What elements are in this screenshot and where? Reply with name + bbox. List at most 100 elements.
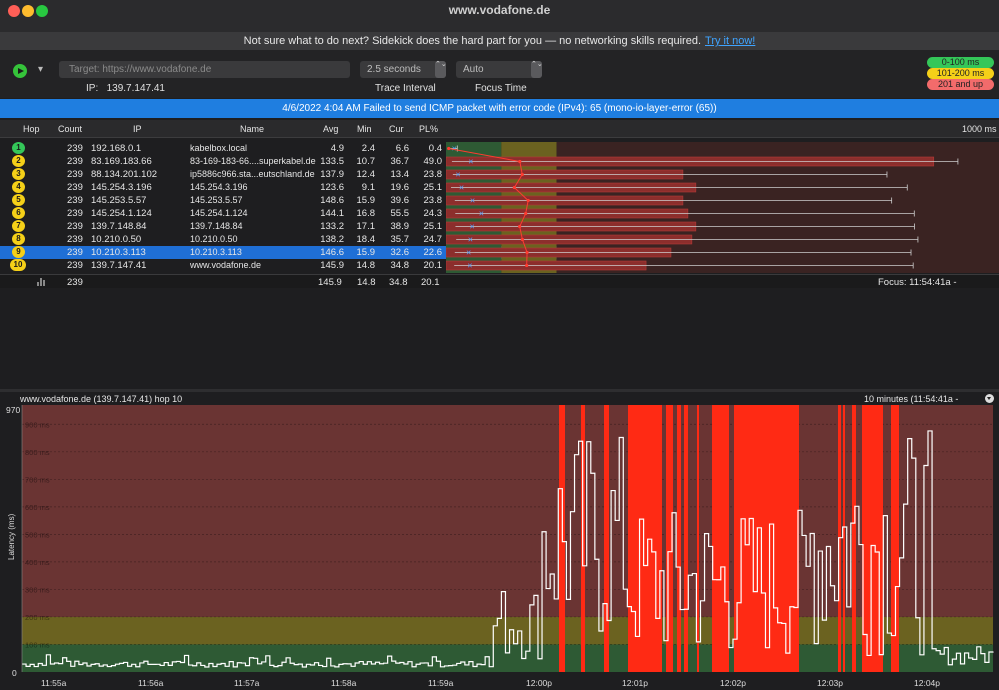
trace-interval-value: 2.5 seconds [367,64,421,75]
current-latency-marker: × [452,144,457,154]
trace-interval-select[interactable]: 2.5 seconds ⌃⌄ [360,61,447,78]
packet-loss-band [862,405,883,672]
col-hop[interactable]: Hop [23,124,40,134]
legend-warn: 101-200 ms [927,68,994,79]
hop-number-badge: 7 [12,220,25,232]
hop-name: ip5886c966.sta...eutschland.de [190,169,315,179]
hop-pl: 0.4 [428,143,442,154]
hop-pl: 23.8 [423,169,443,180]
hop-ip: 88.134.201.102 [91,169,158,180]
x-tick-label: 11:59a [428,678,454,688]
hop-name: 83-169-183-66....superkabel.de [190,156,316,166]
x-tick-label: 11:58a [331,678,357,688]
hop-ip: 83.169.183.66 [91,156,152,167]
hop-min: 10.7 [356,156,376,167]
start-trace-button[interactable] [13,64,27,78]
hop-min: 15.9 [356,195,376,206]
avg-latency-point [520,172,524,177]
hop-ip: 145.254.1.124 [91,208,152,219]
hop-count: 239 [67,143,83,154]
target-input[interactable]: Target: https://www.vodafone.de [59,61,350,78]
hop-pl: 24.3 [423,208,443,219]
packet-loss-band [712,405,729,672]
hop-cur: 19.6 [390,182,410,193]
packet-loss-band [628,405,662,672]
stepper-icon[interactable]: ⌃⌄ [531,61,543,78]
latency-graph: 900 ms 800 ms 700 ms 600 ms 500 ms 400 ms 300 … [21,405,994,672]
packet-loss-band [697,405,699,672]
split-divider[interactable] [0,389,999,392]
table-summary: 239 145.9 14.8 34.8 20.1 Focus: 11:54:41… [0,274,999,299]
hop-min: 12.4 [356,169,376,180]
hop-pl: 20.1 [423,260,443,271]
avg-latency-point [518,159,522,164]
hop-name: kabelbox.local [190,143,248,153]
packet-loss-band [734,405,799,672]
grid-label: 700 ms [25,475,50,484]
grid-label: 900 ms [25,420,50,429]
col-cur[interactable]: Cur [389,124,404,134]
hop-avg: 133.2 [320,221,344,232]
resolved-ip: IP: 139.7.147.41 [86,83,165,94]
packet-loss-band [843,405,845,672]
hop-cur: 39.6 [390,195,410,206]
hop-pl: 25.1 [423,182,443,193]
focus-time-value: Auto [463,64,484,75]
hop-count: 239 [67,156,83,167]
ip-label: IP: [86,83,99,94]
hop-avg: 148.6 [320,195,344,206]
hop-min: 9.1 [361,182,375,193]
try-it-now-link[interactable]: Try it now! [705,35,755,47]
hop-name: 139.7.148.84 [190,221,243,231]
range-menu-icon[interactable] [985,394,994,403]
hop-pl: 22.6 [423,247,443,258]
summary-count: 239 [67,277,83,288]
current-latency-marker: × [479,209,484,219]
grid-label: 400 ms [25,558,50,567]
col-min[interactable]: Min [357,124,372,134]
grid-label: 300 ms [25,585,50,594]
avg-latency-point [518,224,522,229]
zone-bad [22,405,993,617]
hop-name: 10.210.0.50 [190,234,238,244]
col-pl[interactable]: PL% [419,124,438,134]
hop-ip: 10.210.0.50 [91,234,142,245]
summary-min: 14.8 [357,277,376,288]
hop-avg: 133.5 [320,156,344,167]
hop-min: 18.4 [356,234,376,245]
zone-warn [22,616,993,645]
current-latency-marker: × [467,261,472,271]
chevron-down-icon[interactable]: ▾ [38,64,43,75]
col-count[interactable]: Count [58,124,82,134]
trace-interval-label: Trace Interval [375,83,436,94]
avg-latency-point [520,237,525,242]
hop-number-badge: 6 [12,207,25,219]
hop-pl: 24.7 [423,234,443,245]
packet-loss-band [677,405,681,672]
packet-loss-band [852,405,856,672]
hop-pl: 25.1 [423,221,443,232]
bar-chart-icon [37,278,46,286]
col-ip[interactable]: IP [133,124,142,134]
x-tick-label: 12:03p [817,678,843,688]
hop-cur: 36.7 [390,156,410,167]
focus-time-select[interactable]: Auto ⌃⌄ [456,61,543,78]
promo-banner: Not sure what to do next? Sidekick does … [0,32,999,50]
current-latency-marker: × [470,222,475,232]
current-latency-marker: × [468,235,473,245]
hop-cur: 38.9 [390,221,410,232]
col-avg[interactable]: Avg [323,124,338,134]
x-tick-label: 11:56a [138,678,164,688]
hop-count: 239 [67,169,83,180]
hop-avg: 4.9 [330,143,344,154]
hop-name: 145.253.5.57 [190,195,243,205]
hop-pl: 23.8 [423,195,443,206]
hop-cur: 55.5 [390,208,410,219]
hop-number-badge: 1 [12,142,25,154]
stepper-icon[interactable]: ⌃⌄ [435,61,447,78]
hop-count: 239 [67,234,83,245]
hop-ip: 139.7.148.84 [91,221,147,232]
col-name[interactable]: Name [240,124,264,134]
x-tick-label: 12:00p [526,678,552,688]
hop-number-badge: 5 [12,194,25,206]
